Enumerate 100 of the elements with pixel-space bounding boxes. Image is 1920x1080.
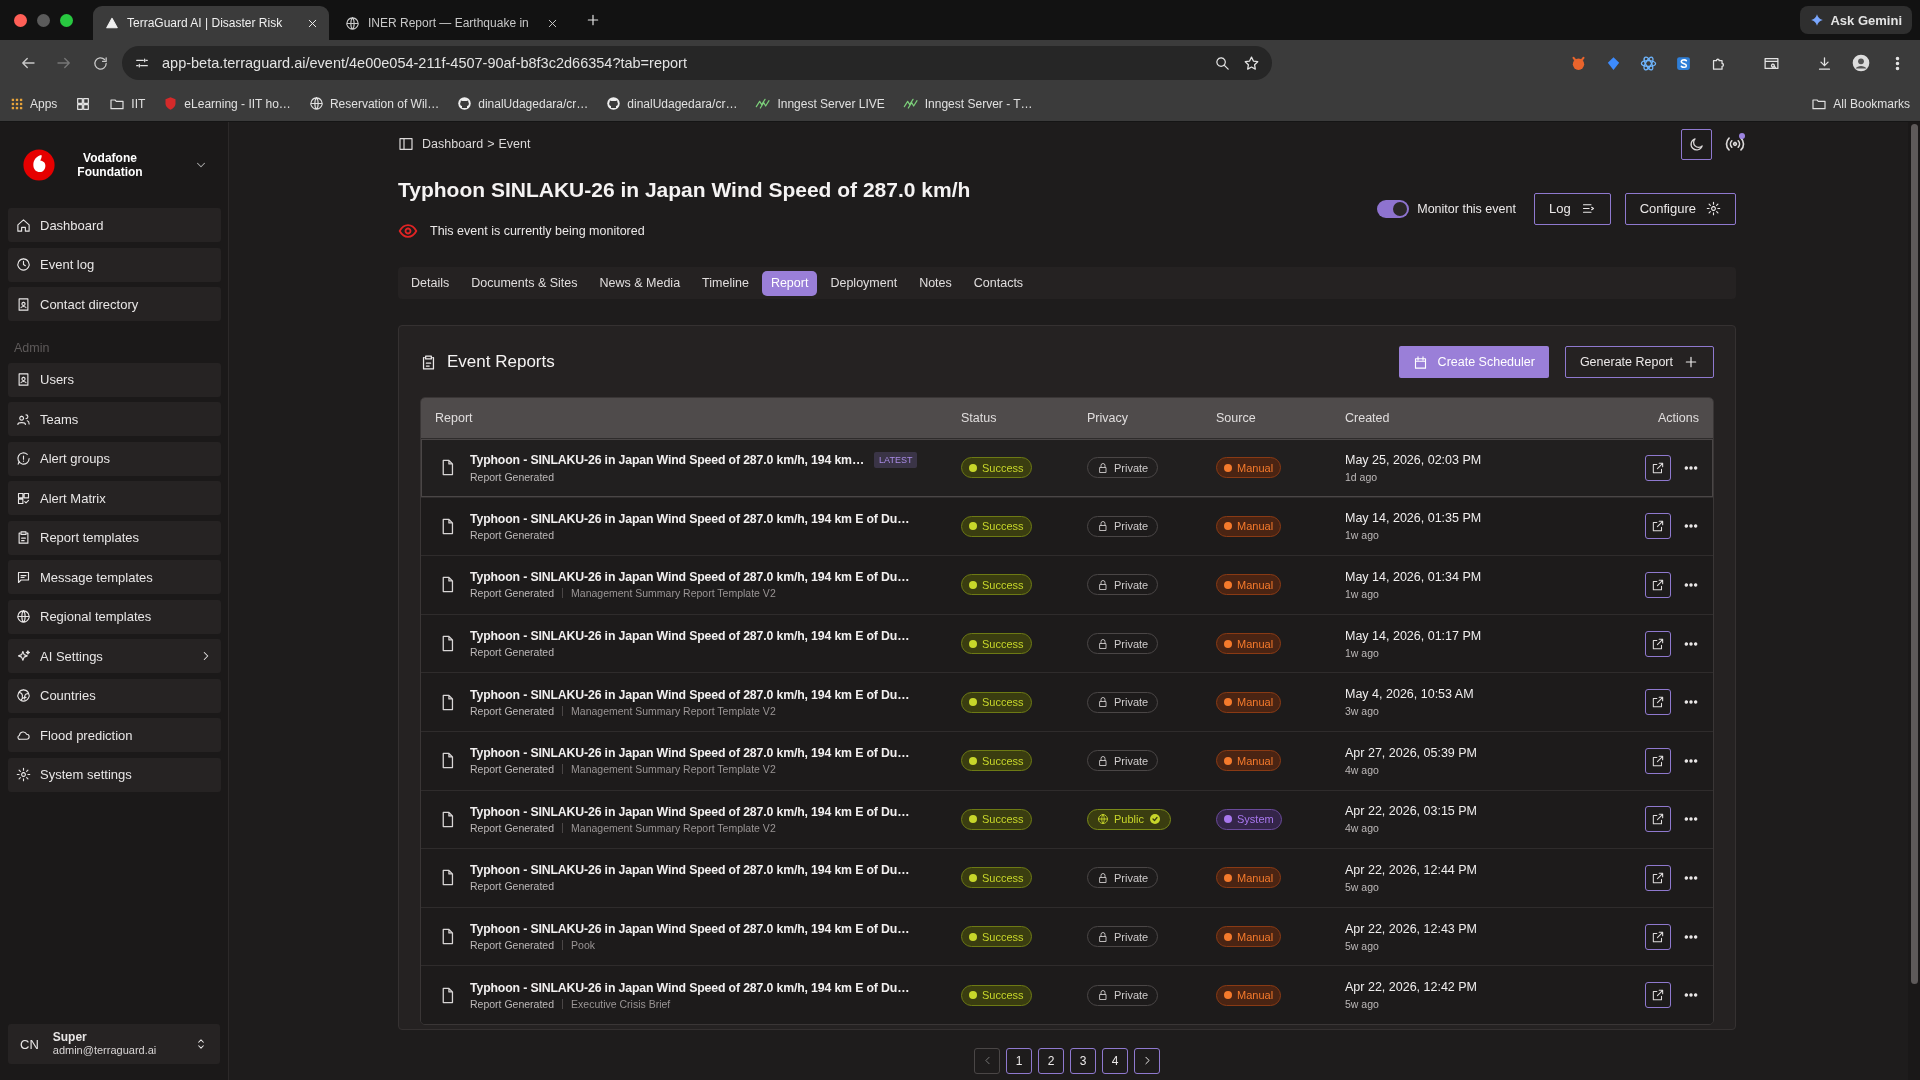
nav-item[interactable]: Countries [8,678,221,713]
nav-item[interactable]: Report templates [8,520,221,555]
bookmark[interactable]: eLearning - IIT ho… [163,96,291,111]
column-header: Status [961,411,998,425]
tab[interactable]: Timeline [693,270,758,296]
report-title[interactable]: Typhoon - SINLAKU-26 in Japan Wind Speed of 287.0 km/h, 194 km E of Du… [470,511,910,526]
tab[interactable]: Notes [910,270,961,296]
open-report-button[interactable] [1645,982,1671,1009]
tab[interactable]: News & Media [590,270,690,296]
reload-icon[interactable] [91,54,109,72]
report-detail: Report Generated [470,821,555,834]
relative-time: 5w ago [1345,998,1380,1011]
s-square-extension-icon[interactable] [1675,54,1692,72]
bookmark[interactable]: Inngest Server - T… [902,95,1033,112]
bookmark-star-icon[interactable] [1243,54,1260,72]
column-header: Report [434,411,474,425]
open-report-button[interactable] [1645,806,1671,833]
page-button[interactable]: 1 [1006,1047,1032,1074]
all-bookmarks-button[interactable]: All Bookmarks [1811,95,1910,112]
report-title[interactable]: Typhoon - SINLAKU-26 in Japan Wind Speed of 287.0 km/h, 194 km E of Du… [470,804,910,819]
nav-item[interactable]: Teams [8,402,221,436]
tab[interactable]: Deployment [821,270,907,296]
breadcrumb-link[interactable]: Dashboard [422,137,484,151]
report-title[interactable]: Typhoon - SINLAKU-26 in Japan Wind Speed of 287.0 km/h, 194 km E of Du… [470,980,910,995]
breadcrumb-link[interactable]: Event [498,137,531,151]
bookmark[interactable]: Reservation of Wil… [308,96,440,111]
nav-item[interactable]: Users [8,362,221,397]
nav-item[interactable]: Message templates [8,560,221,594]
tab[interactable]: Contacts [964,270,1033,296]
window-zoom-button[interactable] [60,13,73,27]
site-settings-icon[interactable] [134,55,150,71]
relative-time: 4w ago [1345,822,1380,835]
nav-item[interactable]: Alert Matrix [8,481,221,515]
theme-button[interactable] [1681,128,1712,160]
report-title[interactable]: Typhoon - SINLAKU-26 in Japan Wind Speed of 287.0 km/h, 194 km E of Du… [470,629,910,644]
window-minimize-button[interactable] [37,13,50,27]
fox-extension-icon[interactable] [1570,54,1587,72]
atom-extension-icon[interactable] [1640,54,1657,72]
scrollbar-thumb[interactable] [1911,124,1918,984]
open-report-button[interactable] [1645,864,1671,891]
open-report-button[interactable] [1645,630,1671,657]
nav-item[interactable]: System settings [8,757,221,792]
nav-item[interactable]: Alert groups [8,441,221,476]
report-detail: Report Generated [470,528,555,541]
sidebar-toggle-icon[interactable] [398,136,414,152]
browser-tab[interactable]: INER Report — Earthquake in [333,6,569,40]
open-report-button[interactable] [1645,454,1671,481]
status-badge: Success [961,691,1032,713]
user-menu[interactable]: CN Super admin@terraguard.ai [8,1024,220,1064]
browser-tab[interactable]: TerraGuard AI | Disaster Risk [93,6,329,40]
open-report-button[interactable] [1645,572,1671,598]
diamond-extension-icon[interactable] [1605,54,1622,72]
column-header: Privacy [1087,411,1129,425]
address-bar[interactable]: app-beta.terraguard.ai/event/4e00e054-211f-4507-90af-b8f3c2d66354?tab=report [122,46,1272,80]
globe-icon [1097,813,1109,826]
template-name: Management Summary Report Template V2 [571,821,776,834]
nav-item[interactable]: Flood prediction [8,718,221,752]
zoom-icon[interactable] [1214,54,1231,72]
toggle-switch[interactable] [1377,199,1410,218]
nav-item[interactable]: Dashboard [8,208,221,242]
open-report-button[interactable] [1645,747,1671,774]
bookmark[interactable]: IIT [109,95,146,112]
external-link-icon [1651,929,1665,944]
apps-grid-icon [10,96,24,111]
nav-item[interactable]: Regional templates [8,599,221,634]
privacy-label: Private [1114,579,1149,591]
report-title[interactable]: Typhoon - SINLAKU-26 in Japan Wind Speed of 287.0 km/h, 194 km E of Du… [470,863,910,878]
page-button[interactable]: 3 [1070,1047,1096,1074]
report-title[interactable]: Typhoon - SINLAKU-26 in Japan Wind Speed of 287.0 km/h, 194 km E of Du… [470,570,910,585]
bookmark[interactable]: Apps [10,96,58,111]
nav-item[interactable]: AI Settings [8,639,221,673]
new-tab-icon[interactable] [585,12,601,28]
tab[interactable]: Details [402,270,459,296]
open-report-button[interactable] [1645,923,1671,950]
configure-button[interactable]: Configure [1624,192,1736,225]
nav-item[interactable]: Contact directory [8,287,221,321]
status-badge: Success [961,867,1032,889]
ask-gemini-button[interactable]: Ask Gemini [1800,6,1912,34]
report-title[interactable]: Typhoon - SINLAKU-26 in Japan Wind Speed of 287.0 km/h, 194 km E of Du… [470,922,910,937]
open-report-button[interactable] [1645,689,1671,716]
window-close-button[interactable] [14,13,27,27]
tab[interactable]: Documents & Sites [462,270,587,296]
avatar-icon[interactable] [1851,53,1871,73]
external-link-icon [1651,578,1665,592]
download-icon[interactable] [1816,54,1833,72]
page-button[interactable]: 4 [1102,1047,1128,1074]
next-page-button[interactable] [1134,1047,1160,1074]
report-title[interactable]: Typhoon - SINLAKU-26 in Japan Wind Speed of 287.0 km/h, 194 km E of Du… [470,687,910,702]
bookmark[interactable]: dinalUdagedara/cr… [606,96,738,111]
page-button[interactable]: 2 [1038,1047,1064,1074]
log-button[interactable]: Log [1533,192,1611,225]
generate-report-button[interactable]: Generate Report [1564,346,1714,378]
nav-item[interactable]: Event log [8,247,221,282]
open-report-button[interactable] [1645,513,1671,540]
created-date: May 25, 2026, 02:03 PM [1345,452,1483,467]
bookmark[interactable]: dinalUdagedara/cr… [457,96,589,111]
plus-icon [1683,354,1699,370]
bookmark[interactable]: Inngest Server LIVE [755,95,885,112]
report-title[interactable]: Typhoon - SINLAKU-26 in Japan Wind Speed of 287.0 km/h, 194 km E of Du… [470,746,910,761]
report-title[interactable]: Typhoon - SINLAKU-26 in Japan Wind Speed of 287.0 km/h, 194 km… [470,453,865,468]
